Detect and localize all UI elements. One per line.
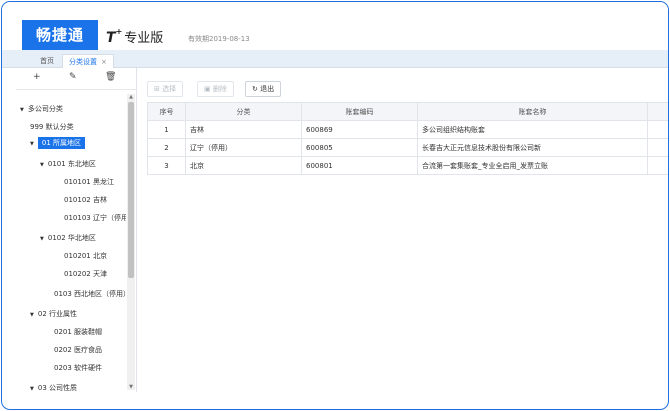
tab-bar: 首页 分类设置 × <box>2 50 668 68</box>
scroll-thumb[interactable] <box>128 102 134 278</box>
delete-icon[interactable]: 🗑 <box>105 72 116 82</box>
expand-caret-icon[interactable]: ▼ <box>40 162 44 168</box>
table-cell: 3 <box>147 156 186 175</box>
table-row[interactable]: 2 辽宁（停用） 600805 长春吉大正元信息技术股份有限公司新 <box>147 138 668 157</box>
trash-icon: ▣ <box>204 85 213 93</box>
tree-node[interactable]: 0203 软件硬件 <box>54 363 102 373</box>
table-cell: 1 <box>147 120 186 139</box>
tree-node[interactable]: ▼ 01 所属地区 <box>30 137 85 149</box>
exit-icon: ↻ <box>252 85 261 93</box>
tree-node[interactable]: 999 默认分类 <box>30 122 74 132</box>
table-cell <box>647 120 668 139</box>
column-header-extra <box>647 102 668 121</box>
tree-node[interactable]: 010103 辽宁（停用 <box>64 213 126 223</box>
tree-node[interactable]: 010201 北京 <box>64 251 107 261</box>
brand-logo: 畅捷通 <box>22 20 98 50</box>
action-toolbar: ⊞ 选择 ▣ 删除 ↻ 退出 <box>139 68 668 100</box>
table-cell: 合流第一套集账套_专业全启用_发票立账 <box>417 156 648 175</box>
column-header-name[interactable]: 账套名称 <box>417 102 648 121</box>
table-row[interactable]: 3 北京 600801 合流第一套集账套_专业全启用_发票立账 <box>147 156 668 175</box>
delete-button[interactable]: ▣ 删除 <box>197 81 234 97</box>
category-tree-panel: + ✎ 🗑 ▼ 多公司分类 999 默认分类 ▼ 01 所属地区 ▼ 0101 东北地… <box>16 68 137 392</box>
select-button[interactable]: ⊞ 选择 <box>147 81 184 97</box>
app-header: 畅捷通 T+ 专业版 有效期2019-08-13 <box>2 2 668 50</box>
column-header-index[interactable]: 序号 <box>147 102 186 121</box>
edit-icon[interactable]: ✎ <box>69 72 77 82</box>
expand-caret-icon[interactable]: ▼ <box>30 386 34 392</box>
tree-node[interactable]: 010101 黑龙江 <box>64 177 114 187</box>
table-cell: 600801 <box>301 156 418 175</box>
expand-caret-icon[interactable]: ▼ <box>30 312 34 318</box>
tree-scrollbar[interactable]: ▲ ▼ <box>127 94 135 390</box>
table-header-row: 序号 分类 账套编码 账套名称 <box>147 102 668 121</box>
tree-node[interactable]: 0202 医疗食品 <box>54 345 102 355</box>
tab-category-settings[interactable]: 分类设置 × <box>62 54 114 68</box>
table-cell: 多公司组织结构账套 <box>417 120 648 139</box>
select-icon: ⊞ <box>154 85 163 93</box>
product-t: T <box>106 30 116 46</box>
app-window: 畅捷通 T+ 专业版 有效期2019-08-13 首页 分类设置 × + ✎ 🗑 ▼… <box>1 1 669 410</box>
tab-category-settings-label: 分类设置 <box>69 58 97 66</box>
table-cell: 吉林 <box>185 120 302 139</box>
expand-caret-icon[interactable]: ▼ <box>40 236 44 242</box>
exit-button[interactable]: ↻ 退出 <box>245 81 282 97</box>
tree-node[interactable]: ▼ 0102 华北地区 <box>40 233 96 243</box>
column-header-category[interactable]: 分类 <box>185 102 302 121</box>
tree-node[interactable]: 010102 吉林 <box>64 195 107 205</box>
table-cell <box>647 156 668 175</box>
tree-node[interactable]: ▼ 03 公司性质 <box>30 383 77 392</box>
add-icon[interactable]: + <box>33 72 41 82</box>
tree-node[interactable]: 0201 服装鞋帽 <box>54 327 102 337</box>
expand-caret-icon[interactable]: ▼ <box>30 141 34 147</box>
tab-home[interactable]: 首页 <box>40 54 54 68</box>
table-cell <box>647 138 668 157</box>
table-cell: 600805 <box>301 138 418 157</box>
tree-node[interactable]: ▼ 0101 东北地区 <box>40 159 96 169</box>
table-cell: 北京 <box>185 156 302 175</box>
product-name: T+ 专业版 <box>106 27 163 46</box>
tree-toolbar: + ✎ 🗑 <box>16 68 137 90</box>
table-cell: 长春吉大正元信息技术股份有限公司新 <box>417 138 648 157</box>
tree-node[interactable]: ▼ 02 行业属性 <box>30 309 77 319</box>
column-header-code[interactable]: 账套编码 <box>301 102 418 121</box>
table-cell: 600869 <box>301 120 418 139</box>
table-cell: 2 <box>147 138 186 157</box>
product-plus: + <box>115 27 123 36</box>
validity-date: 有效期2019-08-13 <box>188 35 250 43</box>
account-set-table: 序号 分类 账套编码 账套名称 1 吉林 600869 多公司组织结构账套 2 <box>147 102 668 175</box>
product-edition: 专业版 <box>124 31 164 46</box>
tree-node[interactable]: 010202 天津 <box>64 269 107 279</box>
tree-node-root[interactable]: ▼ 多公司分类 <box>20 104 63 114</box>
table-row[interactable]: 1 吉林 600869 多公司组织结构账套 <box>147 120 668 139</box>
scroll-up-icon[interactable]: ▲ <box>127 94 135 100</box>
category-tree: ▼ 多公司分类 999 默认分类 ▼ 01 所属地区 ▼ 0101 东北地区 0101… <box>16 94 126 392</box>
close-icon[interactable]: × <box>101 58 107 66</box>
tree-node[interactable]: 0103 西北地区（停用） <box>54 289 126 299</box>
account-set-panel: ⊞ 选择 ▣ 删除 ↻ 退出 序号 分类 账套编码 账套名称 1 吉林 6008… <box>139 68 668 392</box>
expand-caret-icon[interactable]: ▼ <box>20 107 24 113</box>
tree-node-selected[interactable]: 01 所属地区 <box>37 137 85 149</box>
table-cell: 辽宁（停用） <box>185 138 302 157</box>
scroll-down-icon[interactable]: ▼ <box>127 384 135 390</box>
